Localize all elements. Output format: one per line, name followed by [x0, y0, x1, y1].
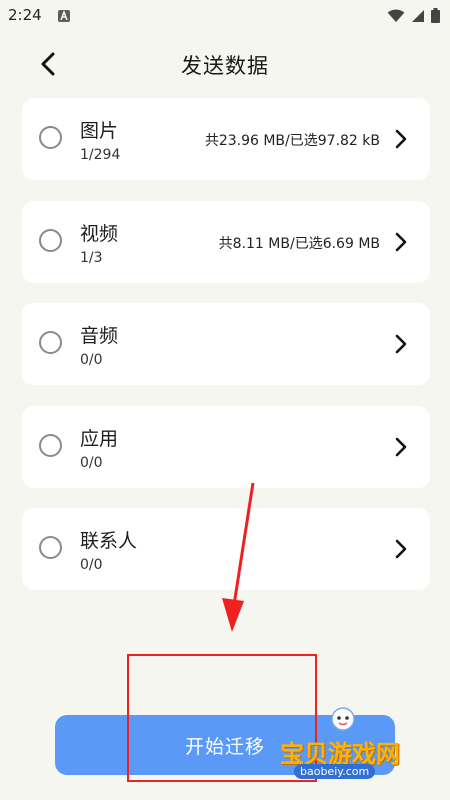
status-time: 2:24 — [8, 6, 42, 24]
category-count: 1/3 — [80, 250, 103, 266]
page-title: 发送数据 — [181, 54, 269, 78]
category-name: 音频 — [80, 325, 119, 347]
category-item-apps[interactable]: 应用 0/0 — [22, 406, 430, 488]
chevron-right-icon — [395, 334, 407, 354]
category-count: 1/294 — [80, 147, 121, 163]
status-bar: 2:24 — [0, 0, 450, 32]
category-size: 共23.96 MB/已选97.82 kB — [204, 133, 380, 149]
signal-icon — [411, 8, 425, 27]
battery-icon — [431, 8, 440, 27]
category-item-contacts[interactable]: 联系人 0/0 — [22, 508, 430, 590]
category-item-videos[interactable]: 视频 1/3 共8.11 MB/已选6.69 MB — [22, 201, 430, 283]
category-name: 应用 — [80, 428, 119, 450]
category-name: 联系人 — [80, 530, 138, 552]
select-radio[interactable] — [39, 126, 62, 149]
category-count: 0/0 — [80, 455, 103, 471]
watermark-logo: 宝贝游戏网 baobeiy.com — [280, 706, 420, 786]
category-name: 图片 — [80, 120, 119, 142]
header: 发送数据 — [0, 40, 450, 90]
category-count: 0/0 — [80, 557, 103, 573]
chevron-right-icon — [395, 437, 407, 457]
category-item-images[interactable]: 图片 1/294 共23.96 MB/已选97.82 kB — [22, 98, 430, 180]
select-radio[interactable] — [39, 331, 62, 354]
select-radio[interactable] — [39, 434, 62, 457]
mascot-icon — [331, 707, 355, 731]
chevron-right-icon — [395, 539, 407, 559]
category-name: 视频 — [80, 223, 119, 245]
category-count: 0/0 — [80, 352, 103, 368]
category-item-audio[interactable]: 音频 0/0 — [22, 303, 430, 385]
chevron-right-icon — [395, 129, 407, 149]
chevron-right-icon — [395, 232, 407, 252]
wifi-icon — [387, 8, 405, 27]
select-radio[interactable] — [39, 536, 62, 559]
watermark-url: baobeiy.com — [294, 764, 376, 779]
category-size: 共8.11 MB/已选6.69 MB — [218, 236, 380, 252]
notification-a-icon — [58, 10, 70, 22]
select-radio[interactable] — [39, 229, 62, 252]
